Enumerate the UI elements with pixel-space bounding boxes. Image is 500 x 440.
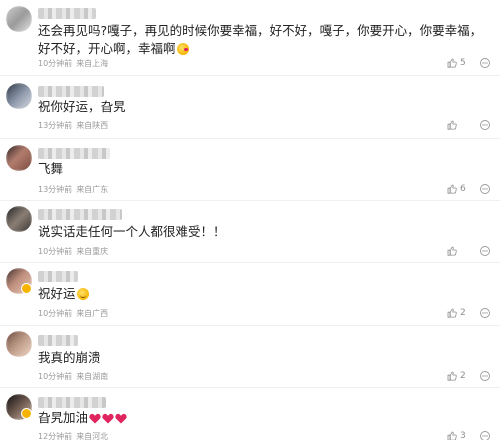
smile-emoji-icon <box>76 288 89 300</box>
divider <box>0 325 500 326</box>
red-heart-icon <box>89 413 101 424</box>
thumbs-up-icon <box>447 371 457 381</box>
comment-text: 旮旯加油 <box>38 409 483 427</box>
more-options-icon[interactable] <box>479 119 491 131</box>
like-button[interactable]: 3 <box>447 430 466 440</box>
comment-text: 祝好运 <box>38 285 483 303</box>
comment-location: 来自广西 <box>76 309 109 318</box>
comment-time: 13分钟前 <box>38 121 73 130</box>
avatar[interactable] <box>6 6 32 32</box>
divider <box>0 262 500 263</box>
thumbs-up-icon <box>447 431 457 440</box>
username-blurred[interactable] <box>38 271 78 282</box>
comment-meta: 10分钟前 来自上海 <box>38 58 108 69</box>
comment-location: 来自河北 <box>76 432 109 440</box>
comment-meta: 13分钟前 来自广东 <box>38 184 108 195</box>
comment-list: 还会再见吗?嘎子，再见的时候你要幸福，好不好，嘎子，你要开心，你要幸福，好不好，… <box>0 0 500 440</box>
like-count: 2 <box>460 371 466 381</box>
comment-meta: 10分钟前 来自湖南 <box>38 371 108 382</box>
username-blurred[interactable] <box>38 397 106 408</box>
comment-text: 说实话走任何一个人都很难受！！ <box>38 224 226 239</box>
comment-meta: 10分钟前 来自重庆 <box>38 246 108 257</box>
username-blurred[interactable] <box>38 148 110 159</box>
comment-time: 13分钟前 <box>38 185 73 194</box>
divider <box>0 387 500 388</box>
comment-time: 10分钟前 <box>38 247 73 256</box>
thumbs-up-icon <box>447 184 457 194</box>
more-options-icon[interactable] <box>479 307 491 319</box>
comment-text: 还会再见吗?嘎子，再见的时候你要幸福，好不好，嘎子，你要开心，你要幸福，好不好，… <box>38 23 483 56</box>
red-heart-icon <box>115 413 127 424</box>
like-button[interactable]: 5 <box>447 57 466 69</box>
divider <box>0 200 500 201</box>
avatar[interactable] <box>6 145 32 171</box>
comment-time: 10分钟前 <box>38 372 73 381</box>
comment-text: 祝你好运，旮旯 <box>38 99 126 114</box>
divider <box>0 138 500 139</box>
comment-meta: 12分钟前 来自河北 <box>38 431 108 440</box>
like-count: 2 <box>460 308 466 318</box>
more-options-icon[interactable] <box>479 245 491 257</box>
like-count: 5 <box>460 58 466 68</box>
comment-meta: 10分钟前 来自广西 <box>38 308 108 319</box>
verified-badge-icon <box>21 408 32 419</box>
comment-text: 我真的崩溃 <box>38 350 101 365</box>
avatar[interactable] <box>6 206 32 232</box>
comment-time: 10分钟前 <box>38 309 73 318</box>
comment-time: 12分钟前 <box>38 432 73 440</box>
more-options-icon[interactable] <box>479 57 491 69</box>
thumbs-up-icon <box>447 308 457 318</box>
red-heart-icon <box>102 413 114 424</box>
thumbs-up-icon <box>447 58 457 68</box>
verified-badge-icon <box>21 283 32 294</box>
like-count: 6 <box>460 184 466 194</box>
more-options-icon[interactable] <box>479 370 491 382</box>
comment-time: 10分钟前 <box>38 59 73 68</box>
username-blurred[interactable] <box>38 209 122 220</box>
like-button[interactable]: 2 <box>447 370 466 382</box>
like-button[interactable] <box>447 119 460 131</box>
divider <box>0 75 500 76</box>
comment-location: 来自陕西 <box>76 121 109 130</box>
like-button[interactable]: 2 <box>447 307 466 319</box>
like-button[interactable] <box>447 245 460 257</box>
thumbs-up-icon <box>447 246 457 256</box>
username-blurred[interactable] <box>38 8 96 19</box>
like-button[interactable]: 6 <box>447 183 466 195</box>
more-options-icon[interactable] <box>479 430 491 440</box>
avatar[interactable] <box>6 331 32 357</box>
username-blurred[interactable] <box>38 86 104 97</box>
kiss-emoji-icon <box>176 43 189 55</box>
comment-meta: 13分钟前 来自陕西 <box>38 120 108 131</box>
comment-location: 来自湖南 <box>76 372 109 381</box>
username-blurred[interactable] <box>38 335 78 346</box>
comment-location: 来自广东 <box>76 185 109 194</box>
thumbs-up-icon <box>447 120 457 130</box>
comment-text: 飞舞 <box>38 161 64 176</box>
like-count: 3 <box>460 431 466 440</box>
avatar[interactable] <box>6 83 32 109</box>
more-options-icon[interactable] <box>479 183 491 195</box>
hearts-emoji-group <box>88 410 127 425</box>
comment-location: 来自重庆 <box>76 247 109 256</box>
comment-location: 来自上海 <box>76 59 109 68</box>
